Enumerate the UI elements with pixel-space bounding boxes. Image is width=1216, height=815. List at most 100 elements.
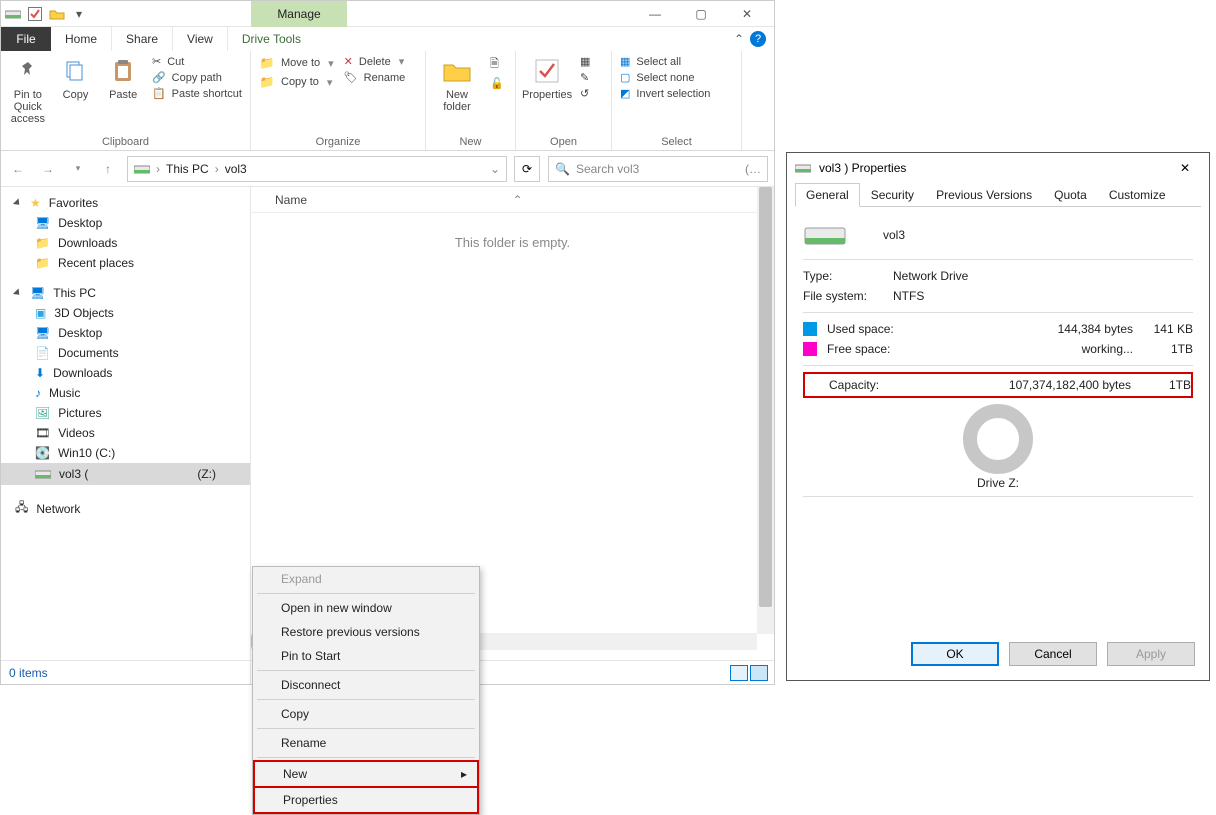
close-button[interactable]: ✕ <box>724 1 770 27</box>
dialog-close-button[interactable]: ✕ <box>1169 161 1201 175</box>
select-none-button[interactable]: ▢Select none <box>620 71 710 84</box>
dialog-title: vol3 ) Properties <box>819 161 906 175</box>
tree-favorites[interactable]: ★Favorites <box>1 193 250 213</box>
menu-open-new-window[interactable]: Open in new window <box>253 596 479 620</box>
tree-item-videos[interactable]: 🎞Videos <box>1 423 250 443</box>
tree-item-pictures[interactable]: 🖼Pictures <box>1 403 250 423</box>
tree-item-cdrive[interactable]: 💽Win10 (C:) <box>1 443 250 463</box>
empty-message: This folder is empty. <box>251 235 774 250</box>
menu-properties[interactable]: Properties <box>253 788 479 814</box>
view-details-button[interactable] <box>730 665 748 681</box>
cut-button[interactable]: ✂Cut <box>152 55 242 68</box>
forward-button[interactable]: → <box>37 158 59 180</box>
recent-button[interactable]: ▾ <box>67 158 89 180</box>
tab-drive-tools[interactable]: Drive Tools <box>228 27 315 51</box>
easy-access-button[interactable]: 🔓 <box>490 77 504 90</box>
paste-icon <box>107 55 139 87</box>
status-items: 0 items <box>9 666 48 680</box>
tree-item-3d[interactable]: ▣3D Objects <box>1 303 250 323</box>
open-button[interactable]: ▦ <box>580 55 590 68</box>
netdrive-icon <box>35 466 51 482</box>
group-label-organize: Organize <box>259 136 417 148</box>
rename-button[interactable]: 🏷Rename <box>344 71 406 84</box>
col-name[interactable]: Name <box>275 193 307 207</box>
tab-home[interactable]: Home <box>51 27 112 51</box>
tab-share[interactable]: Share <box>112 27 173 51</box>
move-to-button[interactable]: 📁Move to▾ <box>259 55 334 71</box>
menu-copy[interactable]: Copy <box>253 702 479 726</box>
copy-to-button[interactable]: 📁Copy to▾ <box>259 74 334 90</box>
select-all-button[interactable]: ▦Select all <box>620 55 710 68</box>
value-filesystem: NTFS <box>893 289 924 303</box>
paste-button[interactable]: Paste <box>104 55 142 101</box>
search-box[interactable]: 🔍 Search vol3 (… <box>548 156 768 182</box>
select-none-icon: ▢ <box>620 71 630 84</box>
tree-item-desktop2[interactable]: 🖥Desktop <box>1 323 250 343</box>
navigation-tree[interactable]: ★Favorites 🖥Desktop 📁Downloads 📁Recent p… <box>1 187 251 684</box>
free-space-row: Free space: working... 1TB <box>803 339 1193 359</box>
back-button[interactable]: ← <box>7 158 29 180</box>
up-button[interactable]: ↑ <box>97 158 119 180</box>
tab-view[interactable]: View <box>173 27 228 51</box>
address-box[interactable]: › This PC › vol3 ⌄ <box>127 156 507 182</box>
new-folder-button[interactable]: New folder <box>434 55 480 113</box>
minimize-button[interactable]: — <box>632 1 678 27</box>
column-headers[interactable]: Name ⌃ <box>251 187 774 213</box>
tree-item-recent[interactable]: 📁Recent places <box>1 253 250 273</box>
tree-item-music[interactable]: ♪Music <box>1 383 250 403</box>
tab-general[interactable]: General <box>795 183 860 207</box>
paste-shortcut-button[interactable]: 📋Paste shortcut <box>152 87 242 100</box>
ribbon: Pin to Quick access Copy Paste ✂Cut 🔗Cop… <box>1 51 774 151</box>
refresh-button[interactable]: ⟳ <box>514 156 540 182</box>
tree-network[interactable]: 🖧Network <box>1 495 250 522</box>
ok-button[interactable]: OK <box>911 642 999 666</box>
menu-pin-to-start[interactable]: Pin to Start <box>253 644 479 668</box>
view-large-button[interactable] <box>750 665 768 681</box>
group-label-new: New <box>434 136 507 148</box>
tab-customize[interactable]: Customize <box>1098 183 1177 207</box>
pin-to-quick-access-button[interactable]: Pin to Quick access <box>9 55 47 125</box>
edit-button[interactable]: ✎ <box>580 71 590 84</box>
help-icon[interactable]: ? <box>750 31 766 47</box>
tab-quota[interactable]: Quota <box>1043 183 1098 207</box>
disk-icon: 💽 <box>35 446 50 460</box>
menu-disconnect[interactable]: Disconnect <box>253 673 479 697</box>
properties-dialog: vol3 ) Properties ✕ General Security Pre… <box>786 152 1210 681</box>
tab-file[interactable]: File <box>1 27 51 51</box>
manage-contextual-tab[interactable]: Manage <box>251 1 347 27</box>
maximize-button[interactable]: ▢ <box>678 1 724 27</box>
tree-item-downloads2[interactable]: ⬇Downloads <box>1 363 250 383</box>
breadcrumb[interactable]: vol3 <box>225 162 247 176</box>
tree-item-vol3[interactable]: vol3 ( (Z:) <box>1 463 250 485</box>
tab-previous-versions[interactable]: Previous Versions <box>925 183 1043 207</box>
used-space-row: Used space: 144,384 bytes 141 KB <box>803 319 1193 339</box>
invert-selection-button[interactable]: ◩Invert selection <box>620 87 710 100</box>
breadcrumb[interactable]: This PC <box>166 162 209 176</box>
apply-button[interactable]: Apply <box>1107 642 1195 666</box>
group-label-clipboard: Clipboard <box>9 136 242 148</box>
tree-this-pc[interactable]: 🖥This PC <box>1 283 250 303</box>
menu-rename[interactable]: Rename <box>253 731 479 755</box>
tree-item-desktop[interactable]: 🖥Desktop <box>1 213 250 233</box>
used-color-swatch <box>803 322 817 336</box>
tab-security[interactable]: Security <box>860 183 925 207</box>
new-item-button[interactable]: 🗎 <box>490 55 504 74</box>
ribbon-collapse-icon[interactable]: ⌃ <box>734 32 744 46</box>
copy-button[interactable]: Copy <box>57 55 95 101</box>
copy-path-button[interactable]: 🔗Copy path <box>152 71 242 84</box>
menu-new[interactable]: New▸ <box>253 760 479 788</box>
history-button[interactable]: ↺ <box>580 87 590 100</box>
address-bar: ← → ▾ ↑ › This PC › vol3 ⌄ ⟳ 🔍 Search vo… <box>1 151 774 187</box>
qat-overflow-icon[interactable]: ▾ <box>71 6 87 22</box>
recent-icon: 📁 <box>35 256 50 270</box>
copyto-icon: 📁 <box>259 74 275 90</box>
history-icon: ↺ <box>580 87 589 100</box>
tree-item-downloads[interactable]: 📁Downloads <box>1 233 250 253</box>
menu-restore-versions[interactable]: Restore previous versions <box>253 620 479 644</box>
cancel-button[interactable]: Cancel <box>1009 642 1097 666</box>
cube-icon: ▣ <box>35 306 46 320</box>
properties-button[interactable]: Properties <box>524 55 570 101</box>
tree-item-documents[interactable]: 📄Documents <box>1 343 250 363</box>
delete-button[interactable]: ✕Delete▾ <box>344 55 406 68</box>
scrollbar-vertical[interactable] <box>757 187 774 634</box>
